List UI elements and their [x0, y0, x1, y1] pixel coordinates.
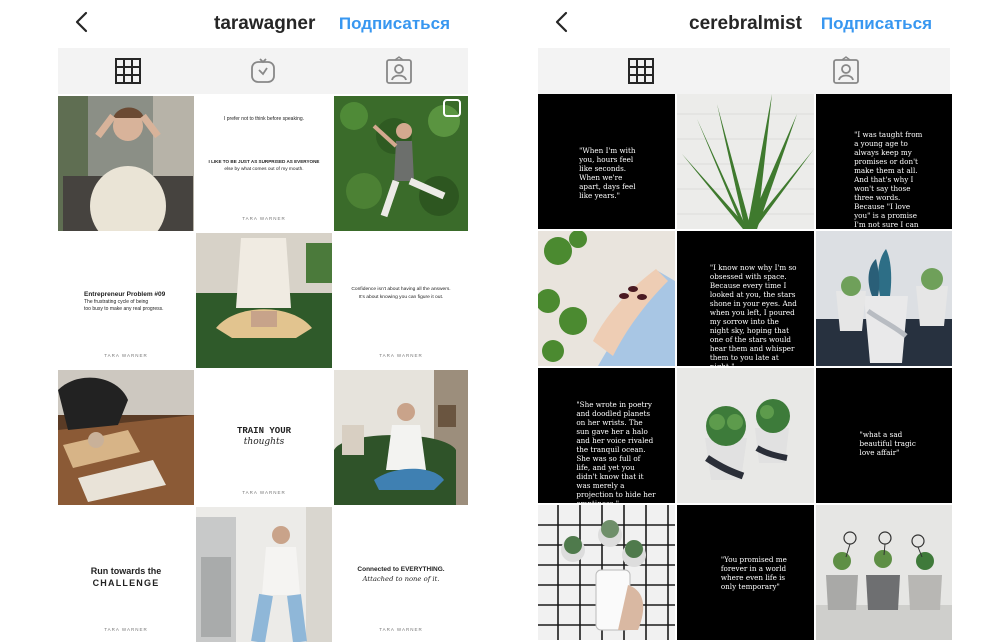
- post-text-quote[interactable]: Confidence isn't about having all the an…: [334, 233, 468, 368]
- post-text-quote[interactable]: TRAIN YOUR thoughts TARA WARNER: [196, 370, 332, 505]
- post-text-quote[interactable]: Connected to EVERYTHING. Attached to non…: [334, 507, 468, 642]
- profile-header: cerebralmist Подписаться: [538, 0, 950, 48]
- profile-tabs: [58, 48, 468, 94]
- post-photo[interactable]: [677, 94, 814, 229]
- post-photo[interactable]: [538, 231, 675, 366]
- profile-username: cerebralmist: [689, 13, 803, 34]
- follow-button[interactable]: Подписаться: [339, 14, 450, 34]
- post-photo[interactable]: [334, 96, 468, 231]
- post-photo[interactable]: [677, 368, 814, 503]
- post-text-quote[interactable]: "what a sad beautiful tragic love affair…: [816, 368, 952, 503]
- post-photo[interactable]: [538, 505, 675, 640]
- grid-view-icon[interactable]: [113, 56, 143, 86]
- igtv-icon[interactable]: [248, 56, 278, 86]
- post-text-quote[interactable]: "I was taught from a young age to always…: [816, 94, 952, 229]
- profile-username: tarawagner: [214, 13, 316, 34]
- grid-view-icon[interactable]: [626, 56, 656, 86]
- tagged-photos-icon[interactable]: [384, 56, 414, 86]
- post-text-quote[interactable]: Entrepreneur Problem #09 The frustrating…: [58, 233, 194, 368]
- post-text-quote[interactable]: "She wrote in poetry and doodled planets…: [538, 368, 675, 503]
- follow-button[interactable]: Подписаться: [821, 14, 932, 34]
- post-photo[interactable]: [816, 231, 952, 366]
- profile-screen-cerebralmist: cerebralmist Подписаться "When I'm with …: [538, 0, 952, 641]
- back-arrow-icon[interactable]: [548, 8, 576, 36]
- post-text-quote[interactable]: Run towards the CHALLENGE TARA WARNER: [58, 507, 194, 642]
- post-photo[interactable]: [196, 233, 332, 368]
- post-grid: I prefer not to think before speaking. I…: [58, 96, 468, 642]
- post-photo[interactable]: [58, 370, 194, 505]
- post-text-quote[interactable]: "You promised me forever in a world wher…: [677, 505, 814, 640]
- post-text-quote[interactable]: "I know now why I'm so obsessed with spa…: [677, 231, 814, 366]
- post-photo[interactable]: [196, 507, 332, 642]
- post-photo[interactable]: [334, 370, 468, 505]
- tagged-photos-icon[interactable]: [831, 56, 861, 86]
- post-text-quote[interactable]: I prefer not to think before speaking. I…: [196, 96, 332, 231]
- post-photo[interactable]: [58, 96, 194, 231]
- post-text-quote[interactable]: "When I'm with you, hours feel like seco…: [538, 94, 675, 229]
- profile-tabs: [538, 48, 950, 94]
- profile-screen-tarawagner: tarawagner Подписаться I prefer not to t…: [58, 0, 468, 642]
- back-arrow-icon[interactable]: [68, 8, 96, 36]
- post-grid: "When I'm with you, hours feel like seco…: [538, 94, 952, 640]
- post-photo[interactable]: [816, 505, 952, 640]
- profile-header: tarawagner Подписаться: [58, 0, 468, 48]
